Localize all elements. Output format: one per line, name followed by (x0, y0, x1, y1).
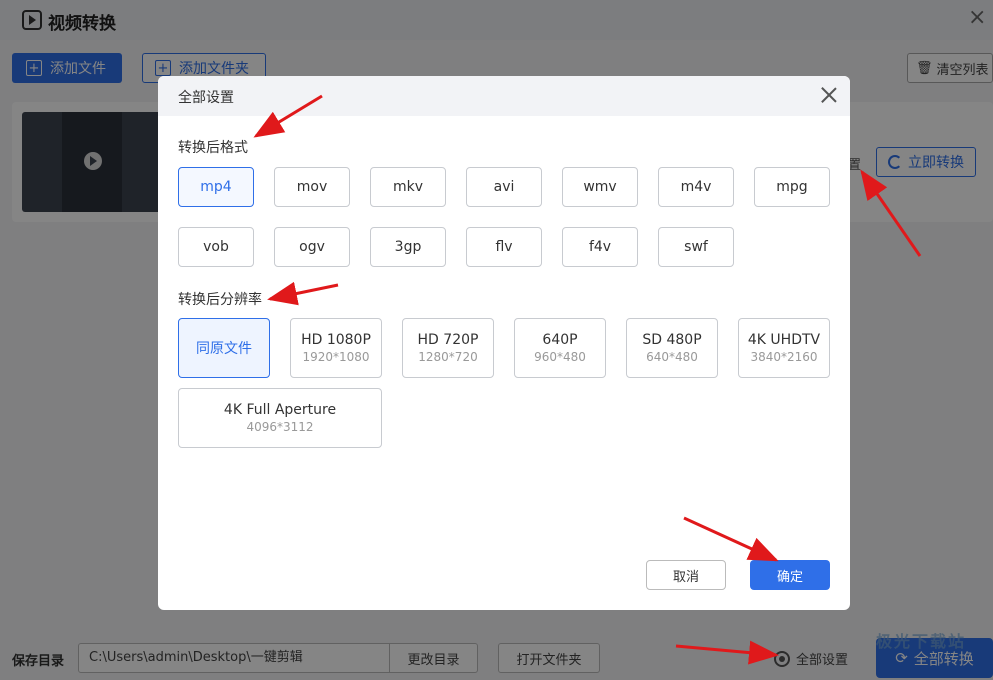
resolution-option[interactable]: SD 480P 640*480 (626, 318, 718, 378)
format-option[interactable]: mp4 (178, 167, 254, 207)
resolution-option[interactable]: 同原文件 (178, 318, 270, 378)
resolution-option[interactable]: 4K UHDTV 3840*2160 (738, 318, 830, 378)
format-option[interactable]: m4v (658, 167, 734, 207)
resolution-option[interactable]: HD 1080P 1920*1080 (290, 318, 382, 378)
resolution-size: 1920*1080 (302, 350, 370, 364)
ok-button[interactable]: 确定 (750, 560, 830, 590)
resolution-section-label: 转换后分辨率 (178, 292, 262, 308)
resolution-option[interactable]: 4K Full Aperture 4096*3112 (178, 388, 382, 448)
format-option[interactable]: f4v (562, 227, 638, 267)
format-option[interactable]: swf (658, 227, 734, 267)
settings-dialog: 全部设置 转换后格式 mp4 mov mkv avi wmv m4v mpg v… (158, 76, 850, 610)
resolution-name: 同原文件 (196, 341, 252, 357)
resolution-size: 1280*720 (418, 350, 478, 364)
format-option[interactable]: mkv (370, 167, 446, 207)
format-option[interactable]: avi (466, 167, 542, 207)
resolution-name: HD 1080P (301, 332, 371, 348)
format-section-label: 转换后格式 (178, 140, 248, 156)
resolution-name: 4K UHDTV (747, 332, 821, 348)
dialog-title: 全部设置 (178, 90, 234, 106)
cancel-button[interactable]: 取消 (646, 560, 726, 590)
resolution-name: 4K Full Aperture (223, 402, 337, 418)
format-option[interactable]: 3gp (370, 227, 446, 267)
resolution-name: SD 480P (642, 332, 702, 348)
resolution-size: 4096*3112 (246, 420, 314, 434)
resolution-size: 960*480 (534, 350, 586, 364)
format-option[interactable]: mpg (754, 167, 830, 207)
dialog-header: 全部设置 (158, 76, 850, 116)
format-option[interactable]: vob (178, 227, 254, 267)
resolution-size: 3840*2160 (750, 350, 818, 364)
resolution-option[interactable]: 640P 960*480 (514, 318, 606, 378)
resolution-name: HD 720P (417, 332, 479, 348)
format-option[interactable]: ogv (274, 227, 350, 267)
resolution-option[interactable]: HD 720P 1280*720 (402, 318, 494, 378)
format-option[interactable]: mov (274, 167, 350, 207)
resolution-size: 640*480 (646, 350, 698, 364)
resolution-name: 640P (542, 332, 578, 348)
format-option[interactable]: flv (466, 227, 542, 267)
format-option[interactable]: wmv (562, 167, 638, 207)
close-icon[interactable] (818, 84, 840, 106)
